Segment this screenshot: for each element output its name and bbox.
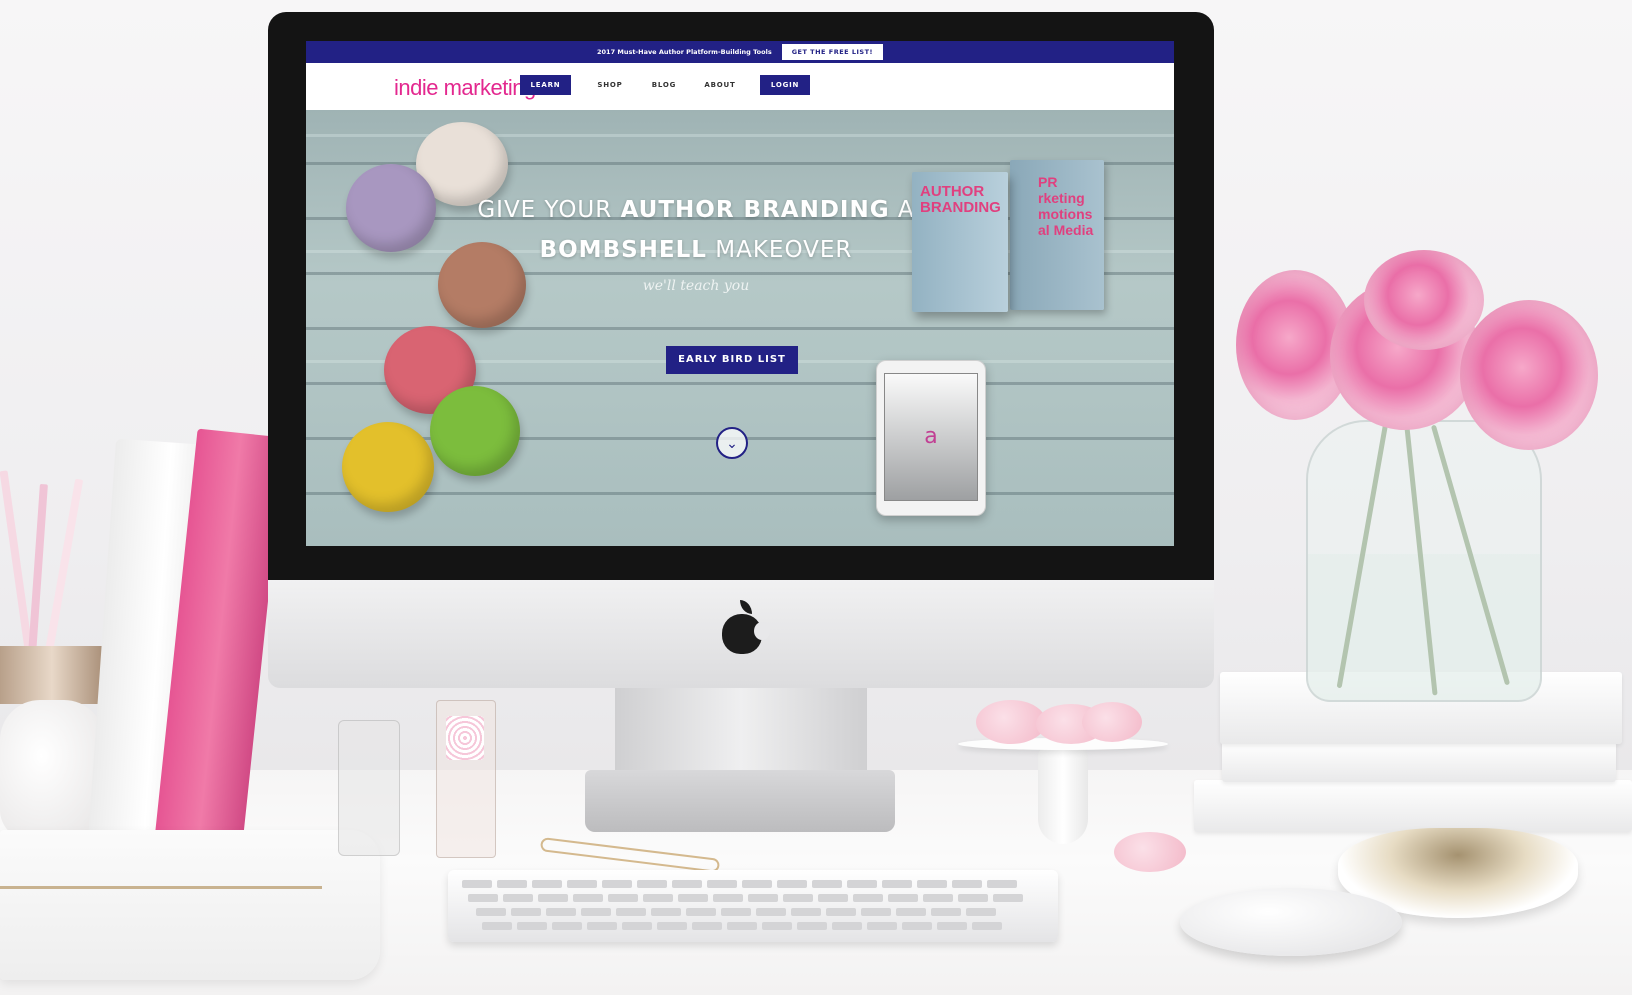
pencil-cup-rim — [0, 646, 104, 704]
book-front: AUTHOR BRANDING — [912, 172, 1008, 312]
nav-shop[interactable]: SHOP — [590, 75, 630, 95]
announcement-bar: 2017 Must-Have Author Platform-Building … — [306, 41, 1174, 63]
tape-roll — [446, 716, 484, 760]
chevron-down-icon[interactable]: ⌄ — [716, 427, 748, 459]
website-screen: 2017 Must-Have Author Platform-Building … — [306, 41, 1174, 546]
clear-stapler — [338, 720, 400, 856]
key-row — [468, 894, 1023, 902]
tablet-screen: a — [884, 373, 978, 501]
stacked-book — [1194, 780, 1632, 832]
headline-text: A — [889, 197, 915, 223]
pink-rose — [1460, 300, 1598, 450]
key-row — [462, 880, 1017, 888]
glass-vase — [1306, 420, 1542, 702]
early-bird-button[interactable]: EARLY BIRD LIST — [666, 346, 798, 374]
macaron-lemon — [342, 422, 434, 512]
zipper-pouch — [0, 830, 380, 980]
imac-foot — [585, 770, 895, 832]
site-navbar: indie marketing LEARN SHOP BLOG ABOUT LO… — [306, 63, 1174, 110]
macaron-lavender — [346, 164, 436, 252]
keyboard — [448, 870, 1058, 942]
hero-script-subtitle: we'll teach you — [642, 278, 750, 294]
headline-text: GIVE YOUR — [477, 197, 621, 223]
nav-login[interactable]: LOGIN — [760, 75, 810, 95]
announcement-text: 2017 Must-Have Author Platform-Building … — [597, 48, 772, 56]
hero-headline: GIVE YOUR AUTHOR BRANDING A BOMBSHELL MA… — [456, 190, 936, 270]
stacked-book — [1222, 742, 1616, 782]
hero-section: GIVE YOUR AUTHOR BRANDING A BOMBSHELL MA… — [306, 110, 1174, 546]
book-back-title: PR rketing motions al Media — [1038, 174, 1094, 238]
site-logo[interactable]: indie marketing — [394, 75, 536, 101]
nav-blog[interactable]: BLOG — [644, 75, 684, 95]
meringue — [1082, 702, 1142, 742]
pink-rose — [1364, 250, 1484, 350]
imac-stand — [615, 688, 867, 770]
tablet-logo-mark: a — [924, 424, 938, 449]
headline-text: MAKEOVER — [706, 237, 853, 263]
pouch-zipper — [0, 886, 322, 889]
headline-bold: BOMBSHELL — [539, 237, 707, 263]
nav-about[interactable]: ABOUT — [698, 75, 742, 95]
key-row — [476, 908, 996, 916]
meringue — [1114, 832, 1186, 872]
book-front-title: AUTHOR BRANDING — [920, 183, 1001, 216]
headline-bold: AUTHOR BRANDING — [620, 197, 890, 223]
tablet-device: a — [876, 360, 986, 516]
apple-logo-icon — [718, 600, 770, 656]
nav-learn[interactable]: LEARN — [520, 75, 571, 95]
book-back: PR rketing motions al Media — [1010, 160, 1104, 310]
key-row — [482, 922, 1002, 930]
mouse — [1180, 888, 1402, 956]
free-list-button[interactable]: GET THE FREE LIST! — [781, 44, 883, 60]
macaron-pistachio — [430, 386, 520, 476]
cake-stand-stem — [1038, 748, 1088, 844]
pencil-cup — [0, 700, 104, 840]
